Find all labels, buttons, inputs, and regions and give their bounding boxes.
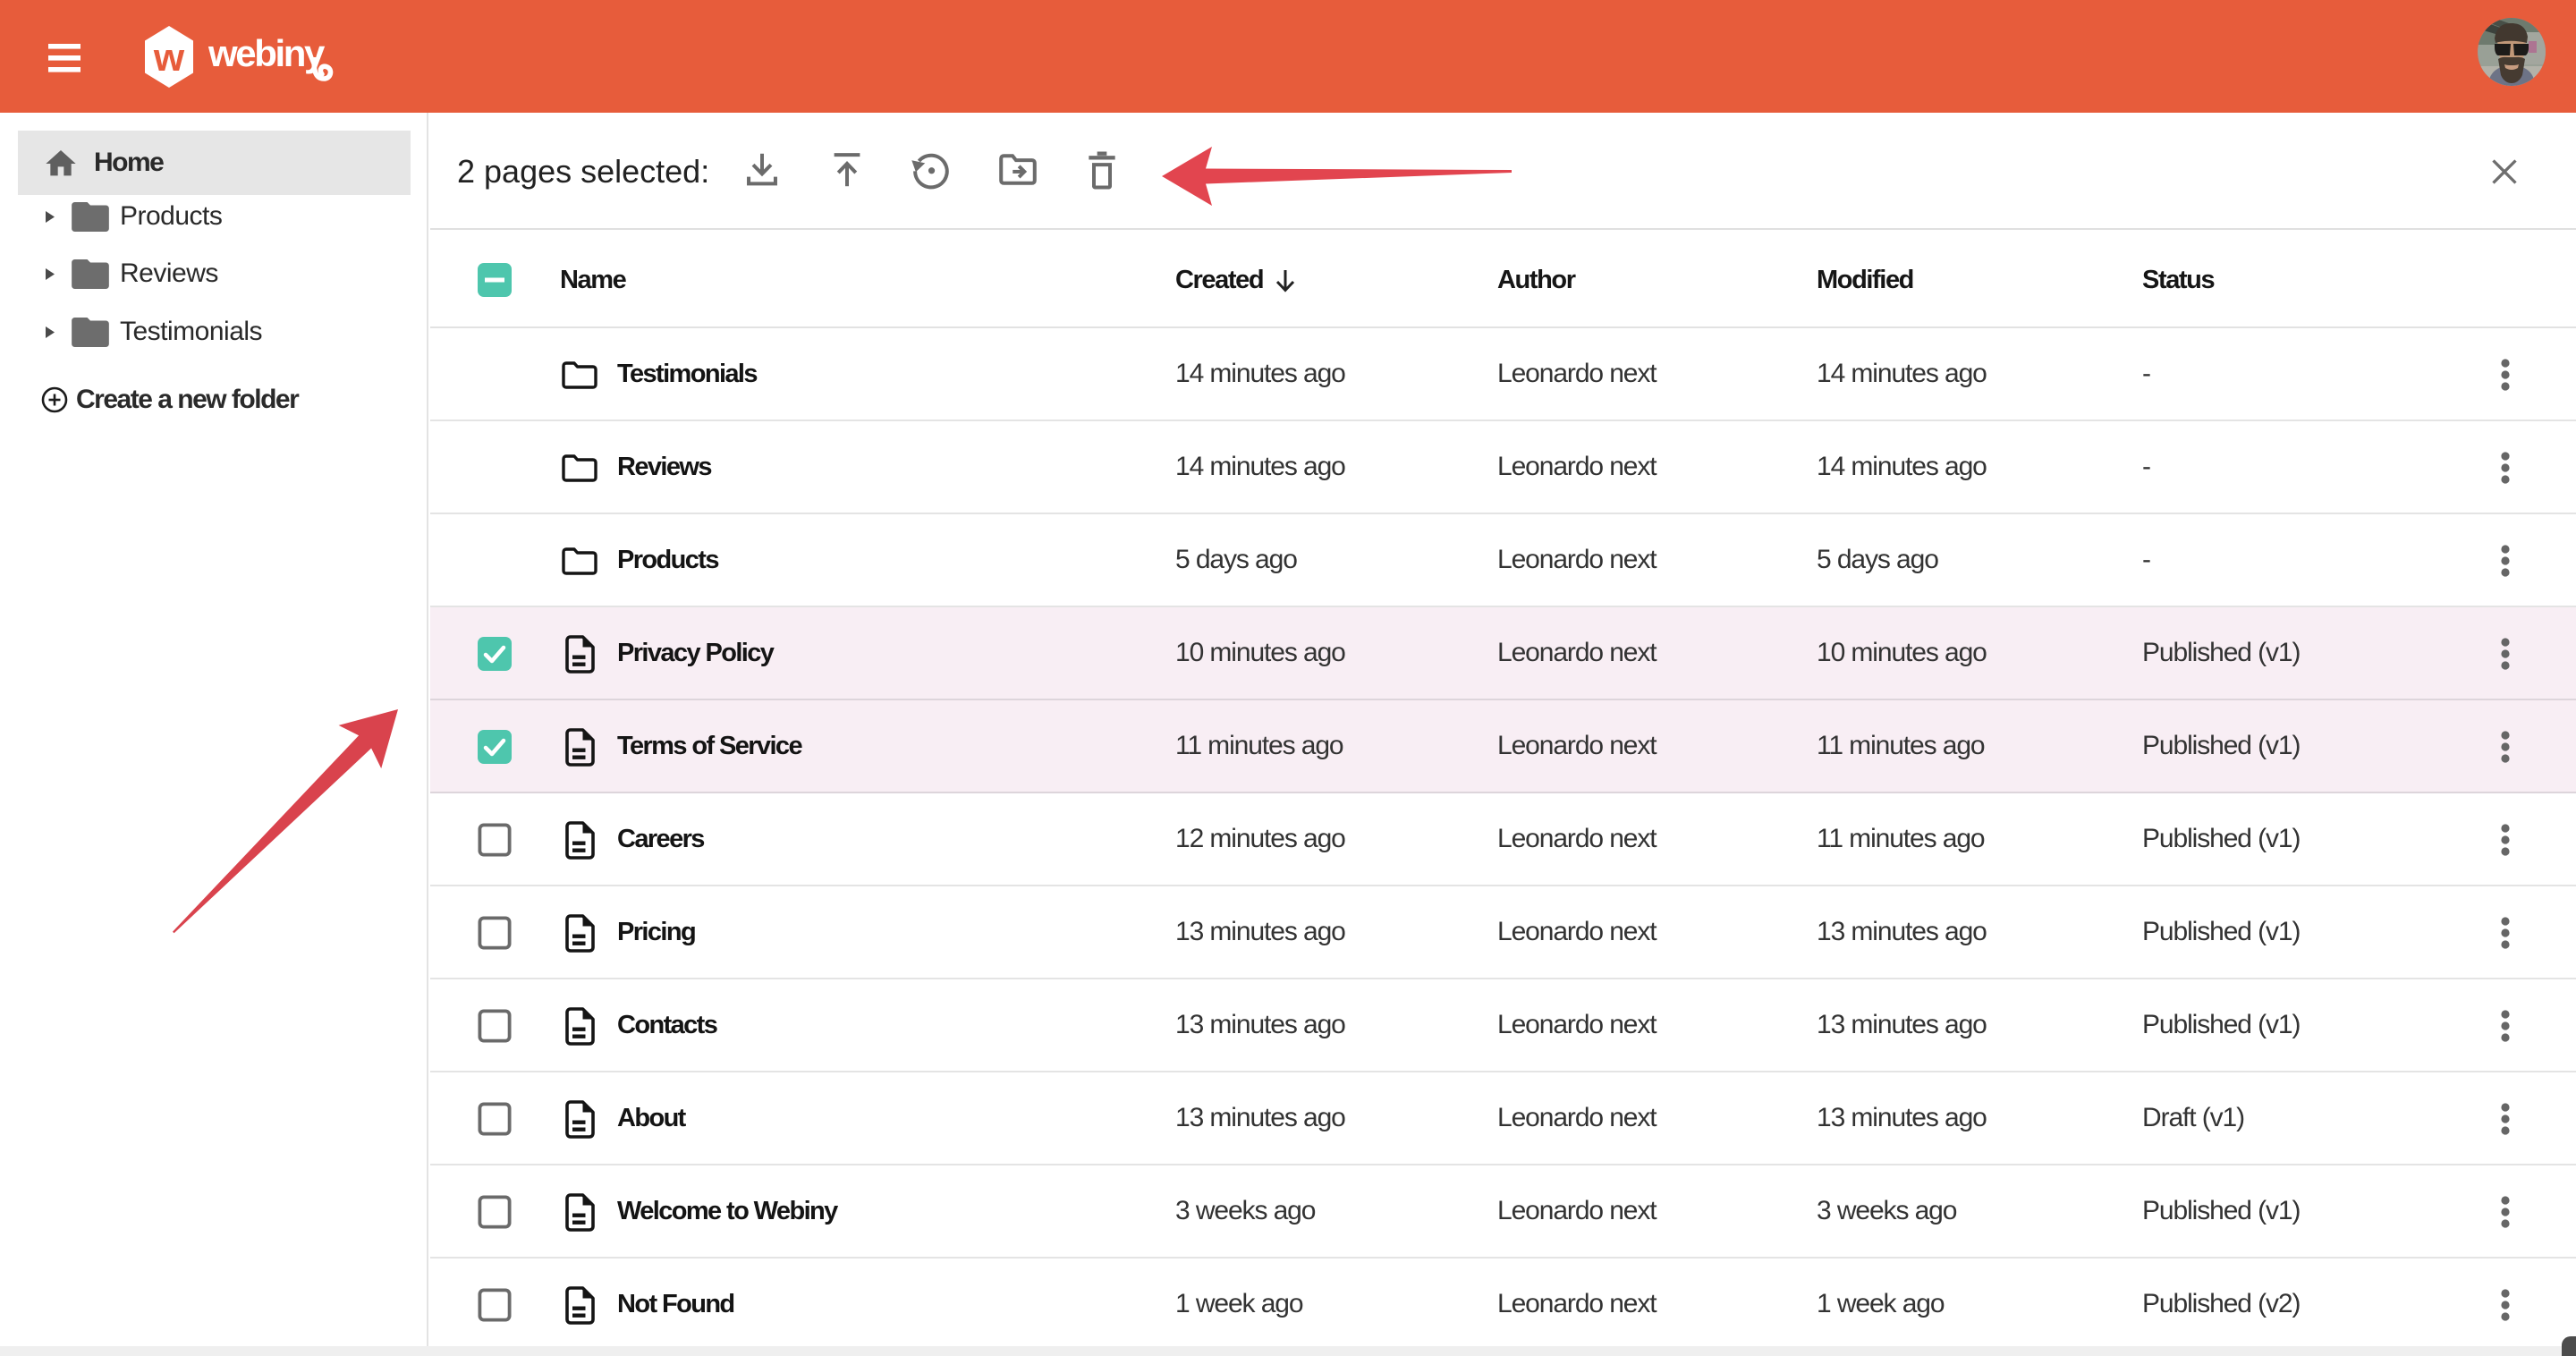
svg-text:w: w	[153, 36, 185, 80]
